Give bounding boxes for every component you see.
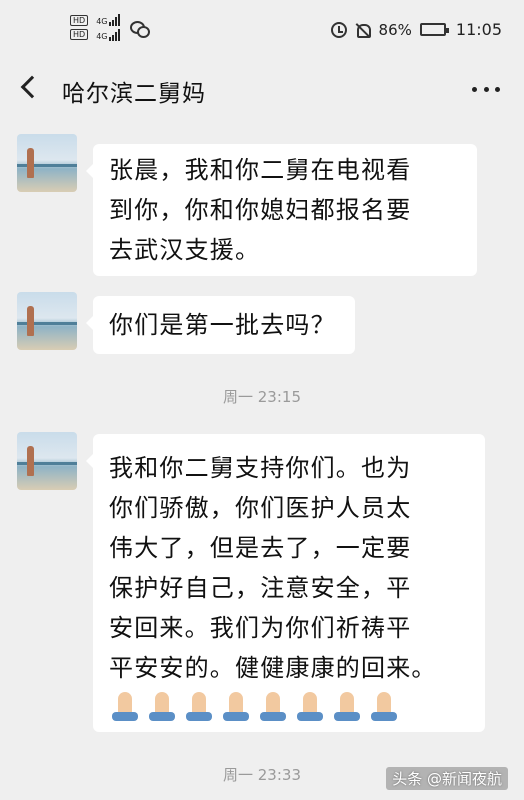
message-text-line: 我和你二舅支持你们。也为 xyxy=(109,454,412,482)
more-dot-icon xyxy=(483,86,489,92)
sim-tags: HD HD xyxy=(70,15,89,40)
praying-hands-icon xyxy=(294,690,326,722)
more-options-button[interactable] xyxy=(466,74,506,104)
praying-hands-icon xyxy=(109,690,141,722)
status-right: 86% 11:05 xyxy=(330,20,502,39)
mute-icon xyxy=(355,22,371,38)
chat-header: 哈尔滨二舅妈 xyxy=(0,52,524,124)
time-stamp: 周一 23:15 xyxy=(223,388,301,406)
contact-avatar[interactable] xyxy=(17,134,77,192)
message-text-line: 你们骄傲，你们医护人员太 xyxy=(109,494,412,522)
sim1-signal: 4G 4G xyxy=(92,14,121,41)
message-text-line: 到你，你和你媳妇都报名要 xyxy=(109,196,412,224)
contact-avatar[interactable] xyxy=(17,292,77,350)
message-bubble[interactable]: 你们是第一批去吗？ xyxy=(86,296,355,354)
clock: 11:05 xyxy=(455,20,502,39)
contact-avatar[interactable] xyxy=(17,432,77,490)
sim1-hd-tag: HD xyxy=(70,15,89,26)
sim2-gen-tag: 4G xyxy=(96,32,108,41)
message-text-line: 去武汉支援。 xyxy=(109,236,261,264)
wechat-icon xyxy=(130,20,151,38)
back-arrow-icon xyxy=(20,75,44,99)
alarm-icon xyxy=(330,21,347,38)
praying-hands-icon xyxy=(183,690,215,722)
battery-icon xyxy=(419,23,449,36)
more-dot-icon xyxy=(495,86,500,92)
chat-title: 哈尔滨二舅妈 xyxy=(62,81,206,107)
emoji-row: 🙏🙏🙏🙏🙏🙏🙏🙏 xyxy=(109,690,485,730)
watermark: 头条 @新闻夜航 xyxy=(386,767,508,790)
praying-hands-icon xyxy=(257,690,289,722)
message-text-line: 你们是第一批去吗？ xyxy=(109,311,336,339)
message-text-line: 伟大了，但是去了，一定要 xyxy=(109,534,412,562)
signal-icon xyxy=(109,14,121,26)
praying-hands-icon xyxy=(331,690,363,722)
praying-hands-icon xyxy=(220,690,252,722)
sim1-gen-tag: 4G xyxy=(96,17,108,26)
message-text-line: 保护好自己，注意安全，平 xyxy=(109,574,412,602)
message-text-line: 张晨，我和你二舅在电视看 xyxy=(109,156,412,184)
message-bubble[interactable]: 张晨，我和你二舅在电视看 到你，你和你媳妇都报名要 去武汉支援。 xyxy=(86,144,477,276)
more-dot-icon xyxy=(472,86,477,92)
message-text-line: 安回来。我们为你们祈祷平 xyxy=(109,614,412,642)
battery-percent: 86% xyxy=(378,20,412,39)
back-button[interactable] xyxy=(14,70,50,106)
signal-icon xyxy=(109,29,121,41)
sim2-hd-tag: HD xyxy=(70,29,89,40)
praying-hands-icon xyxy=(368,690,400,722)
status-bar: HD HD 4G 4G 86% 11:05 xyxy=(0,0,524,52)
signal-area: HD HD 4G 4G xyxy=(70,14,151,41)
praying-hands-icon xyxy=(146,690,178,722)
message-text-line: 平安安的。健健康康的回来。 xyxy=(109,654,437,682)
message-bubble[interactable]: 我和你二舅支持你们。也为 你们骄傲，你们医护人员太 伟大了，但是去了，一定要 保… xyxy=(86,434,485,732)
